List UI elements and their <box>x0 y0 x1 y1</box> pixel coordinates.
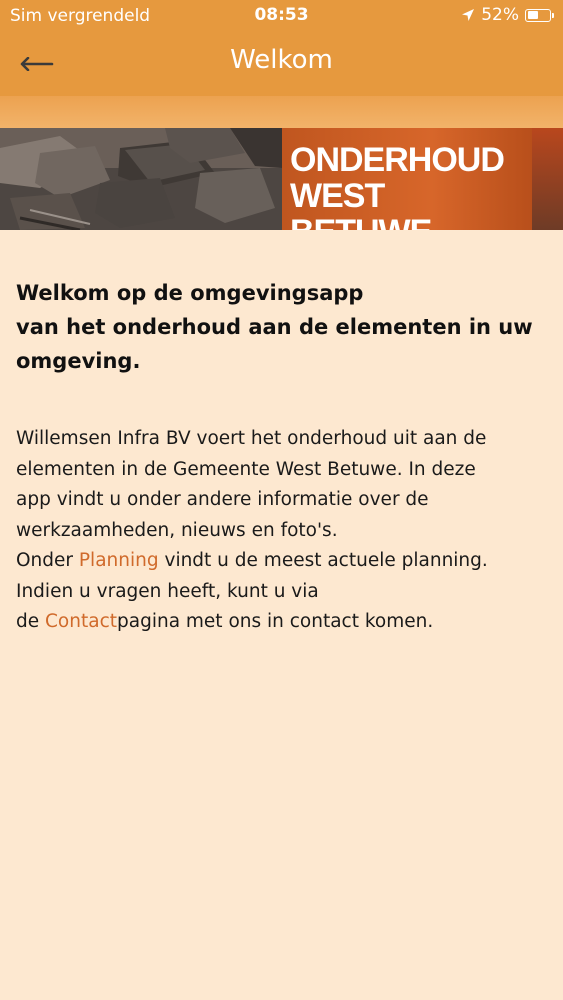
logo-line-2: WEST BETUWE <box>290 177 432 230</box>
location-arrow-icon <box>462 9 475 21</box>
battery-icon <box>525 8 554 22</box>
paragraph-line: app vindt u onder andere informatie over… <box>16 489 429 510</box>
paragraph-line: werkzaamheden, nieuws en foto's. <box>16 519 338 541</box>
planning-link[interactable]: Planning <box>79 550 159 571</box>
welcome-content: Welkom op de omgevingsapp van het onderh… <box>16 276 546 638</box>
heading-line: Welkom op de omgevingsapp <box>16 281 364 305</box>
heading-line: omgeving. <box>16 349 141 373</box>
banner-logo: ONDERHOUD WEST BETUWE <box>290 142 530 230</box>
text-fragment: Onder <box>16 550 79 571</box>
heading-line: van het onderhoud aan de elementen in uw <box>16 315 533 339</box>
paragraph-line: Willemsen Infra BV voert het onderhoud u… <box>16 428 487 449</box>
welcome-paragraph: Willemsen Infra BV voert het onderhoud u… <box>16 424 546 638</box>
status-bar: Sim vergrendeld 08:53 52% <box>0 0 563 32</box>
navigation-bar: Welkom <box>0 32 563 96</box>
paving-stones-image <box>0 128 282 230</box>
banner-image: ONDERHOUD WEST BETUWE <box>0 128 563 230</box>
battery-percent: 52% <box>481 5 519 25</box>
logo-line-1: ONDERHOUD <box>290 141 505 179</box>
contact-link[interactable]: Contact <box>45 611 117 632</box>
status-indicators: 52% <box>461 5 554 25</box>
paragraph-line: de Contactpagina met ons in contact kome… <box>16 607 546 638</box>
banner-edge <box>532 128 563 230</box>
header-strip <box>0 96 563 128</box>
paragraph-line: Onder Planning vindt u de meest actuele … <box>16 546 546 577</box>
battery-fill <box>527 11 538 19</box>
welcome-heading: Welkom op de omgevingsapp van het onderh… <box>16 276 546 378</box>
paragraph-line: Indien u vragen heeft, kunt u via <box>16 580 319 602</box>
page-title: Welkom <box>230 45 333 75</box>
text-fragment: de <box>16 611 46 632</box>
text-fragment: pagina met ons in contact komen. <box>117 611 434 632</box>
text-fragment: vindt u de meest actuele planning. <box>158 550 488 571</box>
paragraph-line: elementen in de Gemeente West Betuwe. In… <box>16 458 476 480</box>
